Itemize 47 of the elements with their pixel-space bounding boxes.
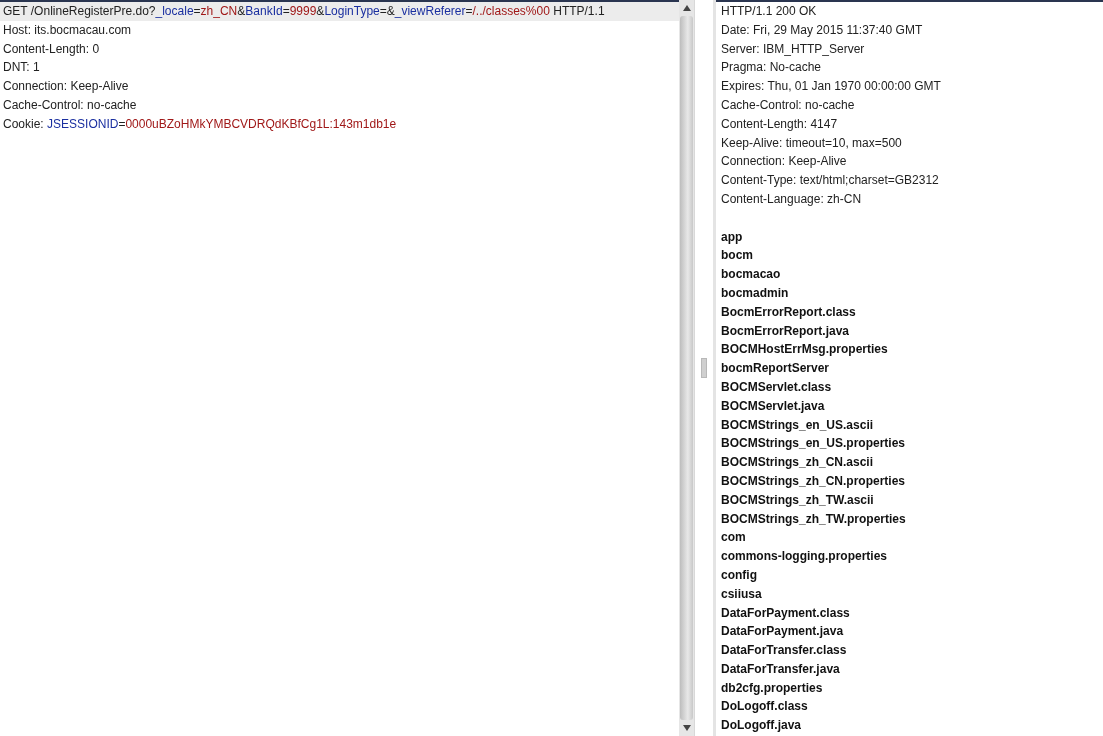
- file-name: DataForPayment.class: [720, 604, 851, 622]
- file-name: DataForTransfer.class: [720, 642, 848, 660]
- response-header: Content-Type: text/html;charset=GB2312: [720, 172, 940, 190]
- file-name: BocmErrorReport.class: [720, 303, 857, 321]
- file-name: DataForTransfer.java: [720, 660, 841, 678]
- response-header: Content-Language: zh-CN: [720, 190, 863, 208]
- file-name: bocmacao: [720, 266, 782, 284]
- file-name: DataForPayment.java: [720, 623, 845, 641]
- response-header: Cache-Control: no-cache: [720, 97, 856, 114]
- file-name: db2cfg.properties: [720, 679, 824, 697]
- file-name: app: [720, 228, 744, 246]
- splitter-grip-icon[interactable]: [701, 358, 707, 378]
- scroll-up-icon[interactable]: [682, 5, 691, 11]
- response-header: HTTP/1.1 200 OK: [720, 3, 818, 20]
- file-name: BOCMStrings_zh_CN.ascii: [720, 454, 875, 472]
- file-name: DoLogoff.java: [720, 717, 802, 735]
- file-name: DoLogoff.class: [720, 698, 809, 716]
- response-header: Expires: Thu, 01 Jan 1970 00:00:00 GMT: [720, 78, 942, 96]
- file-name: bocmReportServer: [720, 360, 831, 378]
- file-name: bocm: [720, 247, 754, 265]
- response-header: Date: Fri, 29 May 2015 11:37:40 GMT: [720, 21, 924, 39]
- file-name: BOCMStrings_zh_CN.properties: [720, 472, 907, 490]
- scroll-down-icon[interactable]: [682, 725, 691, 731]
- file-name: BOCMServlet.class: [720, 378, 833, 396]
- file-name: BOCMHostErrMsg.properties: [720, 341, 889, 359]
- file-name: BOCMStrings_en_US.properties: [720, 435, 907, 453]
- response-header: Keep-Alive: timeout=10, max=500: [720, 134, 903, 152]
- response-header: Server: IBM_HTTP_Server: [720, 40, 866, 58]
- file-name: BocmErrorReport.java: [720, 322, 851, 340]
- request-line: Host: its.bocmacau.com: [2, 21, 133, 39]
- request-line: Cookie: JSESSIONID=0000uBZoHMkYMBCVDRQdKBfCg1L:143m1db1e: [2, 115, 398, 133]
- file-name: BOCMStrings_zh_TW.properties: [720, 510, 907, 528]
- response-header: Content-Length: 4147: [720, 115, 839, 133]
- request-line: DNT: 1: [2, 59, 41, 77]
- request-line: Connection: Keep-Alive: [2, 78, 130, 96]
- file-name: commons-logging.properties: [720, 548, 888, 566]
- response-header: Connection: Keep-Alive: [720, 153, 848, 171]
- file-name: config: [720, 566, 758, 584]
- file-name: com: [720, 529, 747, 547]
- file-name: BOCMStrings_zh_TW.ascii: [720, 491, 875, 509]
- request-line: Cache-Control: no-cache: [2, 97, 138, 114]
- file-name: BOCMServlet.java: [720, 397, 826, 415]
- file-name: csiiusa: [720, 585, 763, 603]
- file-name: BOCMStrings_en_US.ascii: [720, 416, 875, 434]
- file-name: bocmadmin: [720, 284, 790, 302]
- response-header: Pragma: No-cache: [720, 59, 823, 77]
- request-line: Content-Length: 0: [2, 40, 101, 58]
